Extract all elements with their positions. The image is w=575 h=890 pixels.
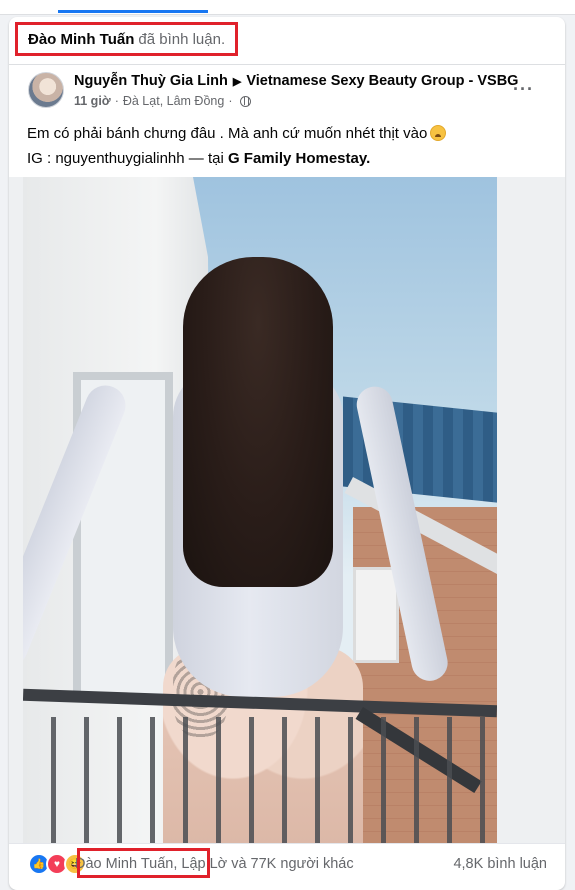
post-text-line-2-prefix: IG : nguyenthuygialinhh — tại — [27, 150, 224, 167]
photo-balusters — [23, 717, 497, 843]
group-name-link[interactable]: Vietnamese Sexy Beauty Group - VSBG — [246, 73, 518, 89]
meta-separator: · — [114, 94, 119, 108]
top-nav-strip — [0, 0, 575, 15]
activity-verb: đã bình luận. — [138, 30, 226, 48]
post-location-link[interactable]: Đà Lạt, Lâm Đồng — [123, 94, 224, 108]
activity-actor-link[interactable]: Đào Minh Tuấn — [28, 31, 134, 48]
post-photo-container — [9, 177, 565, 843]
tagged-place-link[interactable]: G Family Homestay. — [228, 150, 370, 167]
feed-post-card: Đào Minh Tuấn đã bình luận. Nguyễn Thuỳ … — [9, 17, 565, 890]
post-photo[interactable] — [23, 177, 497, 843]
globe-icon[interactable] — [240, 95, 252, 107]
post-text-line-1: Em có phải bánh chưng đâu . Mà anh cứ mu… — [27, 121, 547, 146]
post-text-line-2: IG : nguyenthuygialinhh — tại G Family H… — [27, 146, 547, 171]
caret-right-icon: ▶ — [232, 75, 242, 88]
post-meta: 11 giờ · Đà Lạt, Lâm Đồng · — [74, 94, 252, 108]
comments-count-link[interactable]: 4,8K bình luận — [453, 856, 547, 872]
meta-separator: · — [228, 94, 233, 108]
author-name-link[interactable]: Nguyễn Thuỳ Gia Linh — [74, 73, 228, 89]
header-divider — [9, 64, 565, 65]
active-tab-indicator — [58, 10, 208, 13]
pleading-face-icon — [430, 125, 447, 141]
author-avatar[interactable] — [28, 72, 64, 108]
footer-divider — [9, 843, 565, 844]
post-author-line: Nguyễn Thuỳ Gia Linh ▶ Vietnamese Sexy B… — [74, 73, 518, 89]
photo-hair — [183, 257, 333, 587]
post-time-link[interactable]: 11 giờ — [74, 94, 111, 108]
photo-white-window — [353, 567, 399, 663]
post-text: Em có phải bánh chưng đâu . Mà anh cứ mu… — [27, 121, 547, 171]
reactors-summary-link[interactable]: Đào Minh Tuấn, Lập Lờ và 77K người khác — [75, 850, 354, 878]
post-text-line-1-content: Em có phải bánh chưng đâu . Mà anh cứ mu… — [27, 125, 428, 142]
more-options-button[interactable]: ··· — [513, 80, 534, 98]
activity-header: Đào Minh Tuấn đã bình luận. — [15, 22, 239, 56]
